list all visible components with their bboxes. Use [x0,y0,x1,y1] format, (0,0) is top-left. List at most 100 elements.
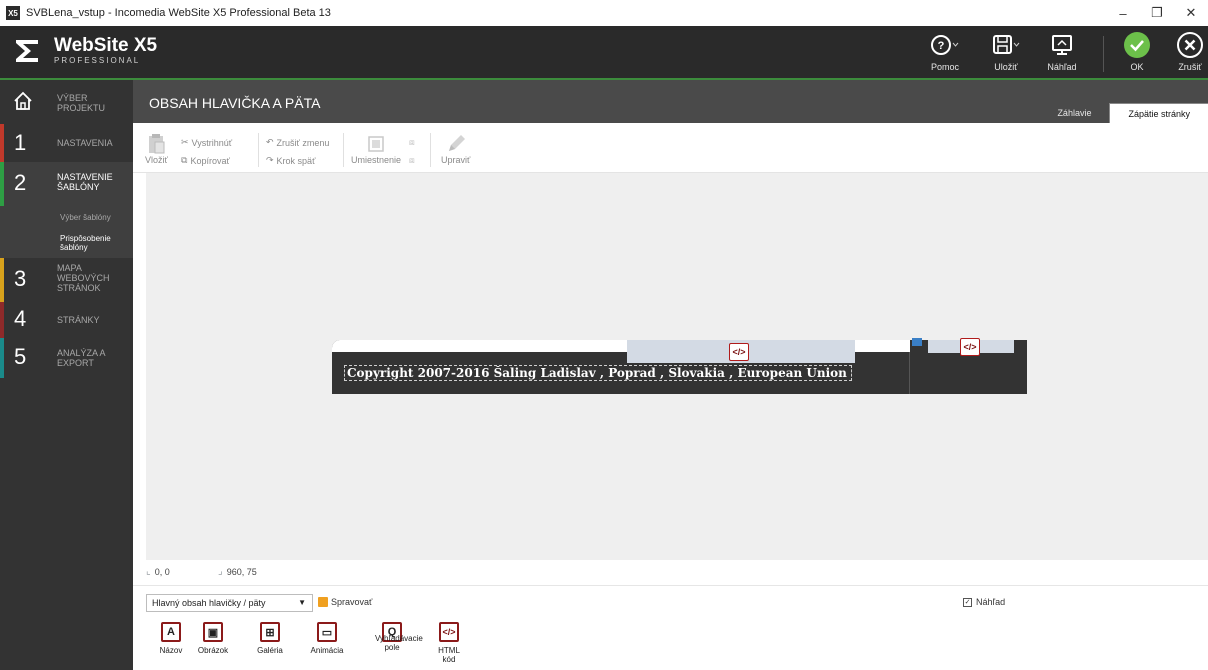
object-animation[interactable]: ▭ Animácia [309,622,345,655]
object-title[interactable]: A Názov [153,622,189,655]
save-button[interactable]: Uložiť [982,32,1030,76]
redo-label: Krok späť [276,155,316,166]
close-window-button[interactable]: ✕ [1174,0,1208,26]
sidebar-item-export[interactable]: 5 ANALÝZA A EXPORT [0,338,133,378]
preview-checkbox[interactable]: ✓ Náhľad [963,597,1005,607]
title-bar: X5 SVBLena_vstup - Incomedia WebSite X5 … [0,0,1208,26]
size-value: 960, 75 [226,566,257,577]
manage-label: Spravovať [331,597,373,607]
redo-icon: ↷ [266,155,274,165]
page-title: OBSAH HLAVIČKA A PÄTA [149,95,321,111]
sidebar-item-pages[interactable]: 4 STRÁNKY [0,302,133,338]
position-readout: ⌞ 0, 0 [146,566,170,577]
object-image[interactable]: ▣ Obrázok [195,622,231,655]
svg-text:?: ? [938,40,945,52]
sidebar-item-template[interactable]: 2 NASTAVENIE ŠABLÓNY Výber šablóny Prisp… [0,162,133,258]
manage-icon [318,597,328,607]
footer-preview[interactable]: </> </> Copyright 2007-2016 Šaling Ladis… [332,338,1027,394]
cut-label: Vystrihnúť [191,137,233,148]
sidebar-item-label: NASTAVENIE ŠABLÓNY [57,172,113,192]
send-back-icon[interactable]: ⧈ [409,155,418,166]
subnav-template-customize[interactable]: Prispôsobenie šablóny [60,234,130,252]
arrange-label: Umiestnenie [351,155,402,165]
object-label: Animácia [310,646,344,655]
cut-button[interactable]: ✂ Vystrihnúť [181,137,232,148]
pencil-icon [448,135,465,151]
scissors-icon: ✂ [181,137,189,147]
step-number: 2 [14,170,27,195]
footer-copyright-text[interactable]: Copyright 2007-2016 Šaling Ladislav , Po… [344,365,852,381]
bring-front-icon[interactable]: ⧈ [409,137,418,148]
object-label: HTML kód [438,646,460,664]
window-controls: – ❐ ✕ [1106,0,1208,26]
preview-button[interactable]: Náhľad [1038,32,1086,76]
objects-panel: Hlavný obsah hlavičky / päty ▼ Spravovať… [133,585,1208,670]
sidebar-item-project-select[interactable]: VÝBER PROJEKTU [0,80,133,124]
cancel-label: Zrušiť [1178,62,1202,72]
copy-button[interactable]: ⧉ Kopírovať [181,155,230,166]
copy-label: Kopírovať [190,155,230,166]
copy-icon: ⧉ [181,155,188,165]
step-accent [0,124,4,162]
html-code-icon[interactable]: </> [729,343,749,361]
ok-button[interactable]: OK [1113,32,1161,76]
sidebar-item-label: VÝBER PROJEKTU [57,93,106,113]
preview-label: Náhľad [1047,62,1077,72]
undo-button[interactable]: ↶ Zrušiť zmenu [266,137,329,148]
tab-footer[interactable]: Zápätie stránky [1109,103,1208,123]
minimize-button[interactable]: – [1106,0,1140,26]
clipboard-icon [149,134,165,154]
app-window: X5 SVBLena_vstup - Incomedia WebSite X5 … [0,0,1208,670]
toolbar-separator [1103,36,1104,72]
html-code-icon[interactable]: </> [960,338,980,356]
position-icon: ⌞ [146,566,151,577]
arrange-icon [368,136,384,152]
sidebar-item-label: STRÁNKY [57,315,100,325]
brand-name: WebSite X5 [54,35,158,56]
step-sidebar: VÝBER PROJEKTU 1 NASTAVENIA 2 NASTAVENIE… [0,80,133,670]
main-toolbar: WebSite X5 PROFESSIONAL ? Pomoc Uložiť N… [0,26,1208,80]
save-label: Uložiť [994,62,1018,72]
object-label: Galéria [257,646,283,655]
help-button[interactable]: ? Pomoc [921,32,969,76]
chevron-down-icon: ▼ [298,598,306,607]
step-number: 5 [14,344,27,369]
close-circle-icon [1177,32,1203,58]
object-search[interactable]: Q Vyhľadávacie pole [375,622,423,652]
arrange-button[interactable]: Umiestnenie [351,135,401,165]
step-accent [0,162,4,206]
edit-toolbar: Vložiť ✂ Vystrihnúť ⧉ Kopírovať ↶ Zrušiť… [133,123,1208,173]
subnav-template-select[interactable]: Výber šablóny [60,213,130,222]
step-number: 1 [14,130,27,155]
cancel-button[interactable]: Zrušiť [1166,32,1208,76]
app-icon: X5 [6,6,20,20]
restore-button[interactable]: ❐ [1140,0,1174,26]
check-icon [1124,32,1150,58]
sidebar-item-sitemap[interactable]: 3 MAPA WEBOVÝCH STRÁNOK [0,258,133,302]
monitor-icon [912,338,922,346]
title-object-icon: A [161,622,181,642]
sidebar-item-label: NASTAVENIA [57,138,113,148]
object-gallery[interactable]: ⊞ Galéria [252,622,288,655]
ok-label: OK [1130,62,1144,72]
object-html-code[interactable]: </> HTML kód [431,622,467,664]
tab-header[interactable]: Záhlavie [1039,103,1109,123]
help-icon: ? [931,35,959,55]
footer-divider [909,352,910,394]
redo-button[interactable]: ↷ Krok späť [266,155,315,166]
manage-button[interactable]: Spravovať [318,597,372,607]
help-label: Pomoc [930,62,959,72]
step-accent [0,258,4,302]
edit-button[interactable]: Upraviť [441,133,470,165]
preview-checkbox-label: Náhľad [976,597,1006,607]
content-select[interactable]: Hlavný obsah hlavičky / päty ▼ [146,594,313,612]
step-accent [0,302,4,338]
step-accent [0,338,4,378]
edit-label: Upraviť [441,155,471,165]
sidebar-item-settings[interactable]: 1 NASTAVENIA [0,124,133,162]
window-title: SVBLena_vstup - Incomedia WebSite X5 Pro… [26,7,331,19]
step-number: 3 [14,266,27,291]
paste-button[interactable]: Vložiť [145,133,168,165]
brand-logo: WebSite X5 PROFESSIONAL [14,36,157,65]
gallery-object-icon: ⊞ [260,622,280,642]
